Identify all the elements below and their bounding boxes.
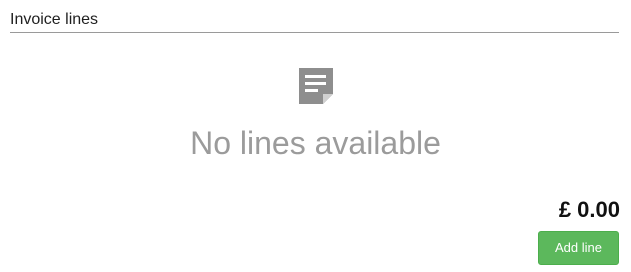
- section-header: Invoice lines: [10, 10, 619, 33]
- invoice-total: £ 0.00: [558, 197, 620, 222]
- document-icon: [0, 66, 631, 106]
- empty-state: No lines available: [0, 66, 631, 161]
- add-line-button[interactable]: Add line: [538, 231, 619, 265]
- empty-message: No lines available: [190, 125, 441, 161]
- section-title: Invoice lines: [10, 11, 99, 28]
